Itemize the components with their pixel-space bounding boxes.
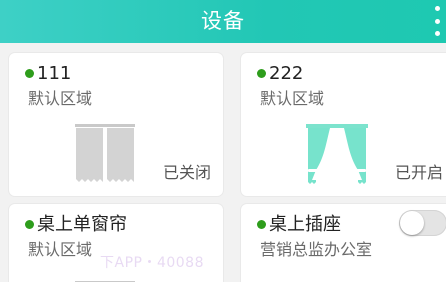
device-room: 营销总监办公室	[260, 240, 373, 259]
device-name-label: 222	[269, 63, 304, 84]
device-name: 桌上插座	[257, 213, 341, 237]
power-toggle[interactable]	[399, 210, 446, 236]
online-status-dot	[257, 68, 266, 78]
device-state: 已开启	[395, 163, 444, 182]
device-state: 已关闭	[163, 163, 212, 182]
device-card-socket[interactable]: 桌上插座 营销总监办公室	[241, 204, 446, 282]
curtain-open-icon	[306, 124, 368, 188]
online-status-dot	[25, 68, 34, 78]
device-name-label: 111	[37, 63, 72, 84]
device-name: 桌上单窗帘	[25, 213, 127, 237]
device-name: 111	[25, 62, 71, 86]
more-dot	[434, 6, 440, 11]
socket-icon	[307, 276, 367, 282]
device-name: 222	[257, 62, 303, 86]
device-list-screen: 设备 111 默认区域 已关闭 222 默认区域 已开启 桌上单窗帘 默认区域 …	[0, 0, 446, 282]
more-dot	[434, 18, 440, 24]
curtain-closed-icon	[75, 124, 135, 186]
online-status-dot	[25, 219, 34, 229]
page-title: 设备	[201, 9, 245, 33]
header-bar: 设备	[0, 0, 446, 43]
device-room: 默认区域	[28, 89, 93, 108]
device-room: 默认区域	[260, 89, 325, 108]
more-vertical-icon[interactable]	[430, 6, 444, 36]
toggle-knob	[400, 211, 424, 235]
curtain-icon	[75, 276, 135, 282]
online-status-dot	[257, 219, 266, 229]
more-dot	[434, 31, 440, 36]
device-card-111[interactable]: 111 默认区域 已关闭	[9, 53, 223, 196]
device-card-curtain[interactable]: 桌上单窗帘 默认区域	[9, 204, 223, 282]
device-name-label: 桌上插座	[269, 214, 341, 235]
device-card-222[interactable]: 222 默认区域 已开启	[241, 53, 446, 196]
device-room: 默认区域	[28, 240, 93, 259]
device-name-label: 桌上单窗帘	[37, 214, 127, 235]
